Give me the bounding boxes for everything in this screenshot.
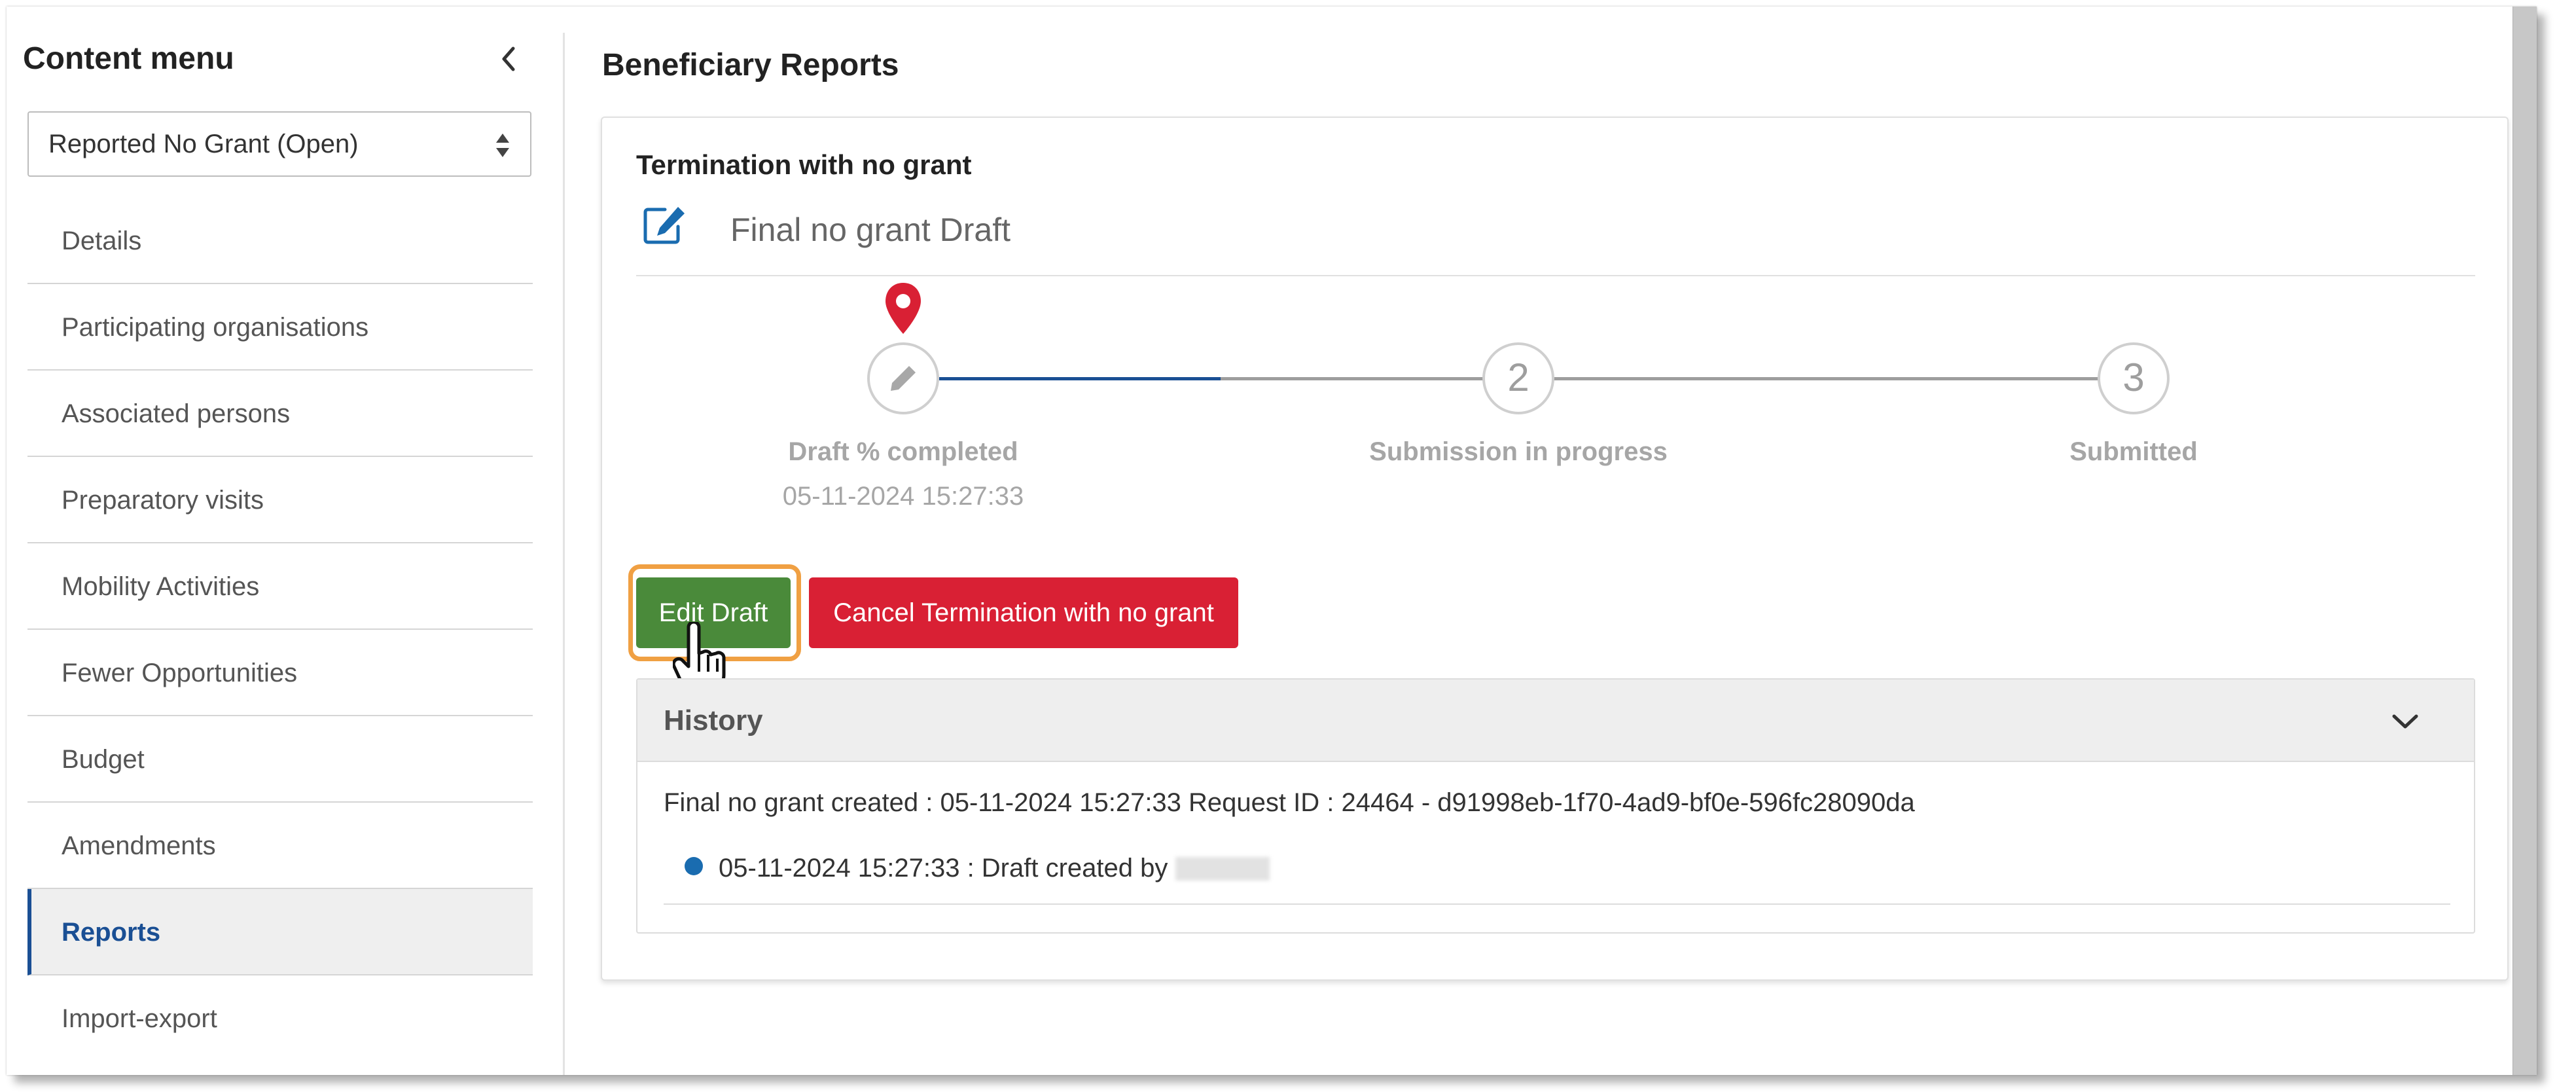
sidebar-item-reports[interactable]: Reports xyxy=(27,889,533,975)
sidebar-item-preparatory-visits[interactable]: Preparatory visits xyxy=(27,457,533,543)
history-panel: History Final no grant created : 05-11-2… xyxy=(636,678,2475,934)
step-2-label: Submission in progress xyxy=(1369,437,1668,466)
sidebar-item-budget[interactable]: Budget xyxy=(27,716,533,803)
report-status-text: Final no grant Draft xyxy=(730,211,1011,248)
sidebar-item-import-export[interactable]: Import-export xyxy=(27,975,533,1062)
collapse-sidebar-button[interactable] xyxy=(491,41,528,77)
sidebar-item-label: Amendments xyxy=(62,831,216,860)
history-header[interactable]: History xyxy=(637,680,2474,762)
step-2-circle: 2 xyxy=(1482,342,1554,414)
app-window: Content menu Reported No Grant (Open) De… xyxy=(7,7,2537,1075)
history-title: History xyxy=(664,704,763,737)
sidebar-item-label: Fewer Opportunities xyxy=(62,659,298,687)
vertical-scrollbar[interactable] xyxy=(2513,7,2537,1075)
sidebar-item-fewer-opportunities[interactable]: Fewer Opportunities xyxy=(27,630,533,716)
chevron-left-icon xyxy=(502,46,515,71)
step-number: 3 xyxy=(2122,355,2145,399)
sidebar-item-details[interactable]: Details xyxy=(27,198,533,284)
sidebar-item-label: Details xyxy=(62,227,142,255)
cancel-termination-button[interactable]: Cancel Termination with no grant xyxy=(809,577,1238,648)
bullet-dot-icon xyxy=(685,857,703,875)
page-title: Beneficiary Reports xyxy=(602,48,899,82)
redacted-username xyxy=(1175,857,1270,881)
step-1-date: 05-11-2024 15:27:33 xyxy=(782,482,1024,511)
sidebar-item-mobility-activities[interactable]: Mobility Activities xyxy=(27,543,533,630)
report-card: Termination with no grant Final no grant… xyxy=(601,117,2509,981)
sidebar-item-label: Associated persons xyxy=(62,399,291,428)
step-3-label: Submitted xyxy=(2069,437,2198,466)
history-summary: Final no grant created : 05-11-2024 15:2… xyxy=(664,788,1915,817)
report-status-select[interactable]: Reported No Grant (Open) xyxy=(27,111,531,177)
step-3-circle: 3 xyxy=(2098,342,2170,414)
divider xyxy=(636,275,2475,276)
sidebar-item-label: Mobility Activities xyxy=(62,572,260,601)
stepper-line-complete xyxy=(939,377,1221,380)
sidebar-item-participating-organisations[interactable]: Participating organisations xyxy=(27,284,533,371)
sidebar-item-associated-persons[interactable]: Associated persons xyxy=(27,371,533,457)
sidebar-nav: Details Participating organisations Asso… xyxy=(27,198,533,1062)
content-menu-sidebar: Content menu Reported No Grant (Open) De… xyxy=(7,7,563,1075)
pencil-icon xyxy=(891,366,916,391)
sidebar-item-label: Participating organisations xyxy=(62,313,369,342)
step-number: 2 xyxy=(1507,355,1530,399)
sidebar-item-amendments[interactable]: Amendments xyxy=(27,803,533,889)
sidebar-item-label: Budget xyxy=(62,745,145,774)
location-pin-icon xyxy=(885,283,921,334)
sidebar-title: Content menu xyxy=(23,41,234,76)
stepper-line-pending xyxy=(1221,377,2140,380)
divider xyxy=(664,903,2450,905)
progress-stepper: 2 3 Draft % completed 05-11-2024 15:27:3… xyxy=(602,282,2507,517)
step-1-label: Draft % completed xyxy=(788,437,1018,466)
sidebar-item-label: Preparatory visits xyxy=(62,486,264,515)
main-content: Beneficiary Reports Termination with no … xyxy=(563,7,2513,1075)
edit-document-icon xyxy=(643,207,685,244)
step-1-circle xyxy=(867,342,939,414)
history-entry-text: 05-11-2024 15:27:33 : Draft created by xyxy=(719,854,1168,883)
chevron-down-icon[interactable] xyxy=(2389,708,2422,735)
history-entry: 05-11-2024 15:27:33 : Draft created by xyxy=(685,854,1270,883)
card-heading: Termination with no grant xyxy=(636,149,972,180)
sidebar-item-label: Reports xyxy=(62,918,161,947)
select-value: Reported No Grant (Open) xyxy=(48,130,359,158)
sort-arrows-icon xyxy=(496,134,509,157)
sidebar-item-label: Import-export xyxy=(62,1004,217,1033)
